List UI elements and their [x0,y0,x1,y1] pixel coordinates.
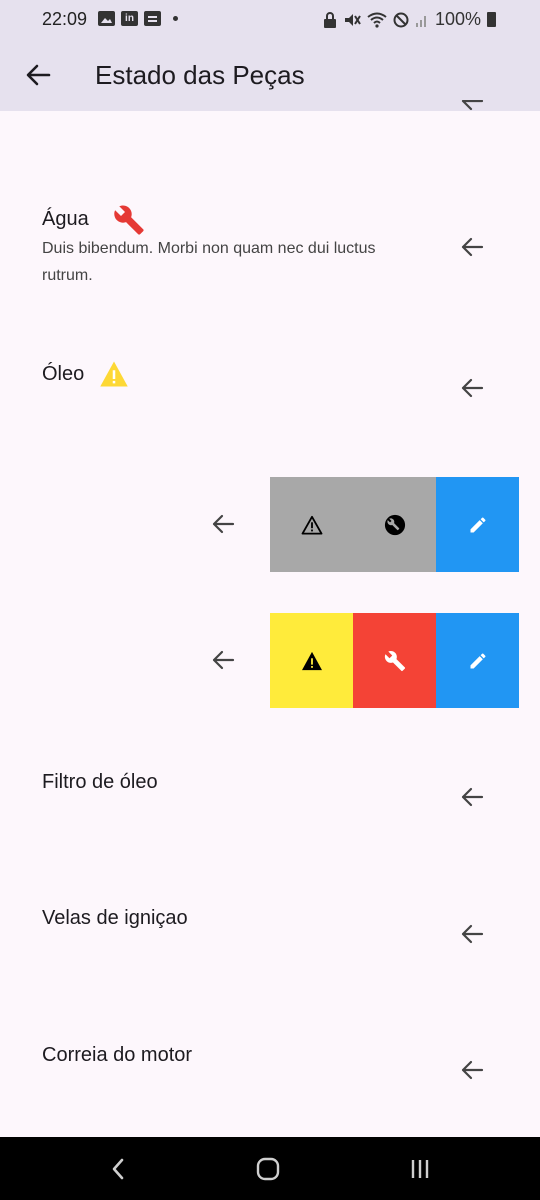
list-item-arrow[interactable] [456,372,488,404]
lock-icon [323,11,336,28]
status-bar: 22:09 in 100% [0,0,540,38]
list-item-title: Velas de igniçao [42,907,188,929]
list-item[interactable]: Filtro de óleo [0,760,540,840]
nav-back-button[interactable] [100,1151,136,1187]
arrow-left-icon [461,787,484,807]
wrench-icon [112,203,146,237]
edit-button[interactable] [436,613,519,708]
wifi-icon [367,12,387,28]
repair-circle-icon [384,514,405,535]
image-icon [98,11,115,26]
mark-warning-button[interactable] [270,613,353,708]
top-app-bar: 22:09 in 100% Estado das Peças [0,0,540,111]
dnd-icon [393,12,409,27]
signal-icon [415,15,426,27]
swiped-item-arrow[interactable] [207,508,239,540]
arrow-left-icon [461,924,484,944]
back-arrow-icon [26,64,51,86]
list-item-arrow[interactable] [456,1054,488,1086]
list-item[interactable]: Óleo [0,350,540,430]
nav-recents-icon [411,1160,429,1178]
swipe-actions [270,613,519,708]
nav-recents-button[interactable] [402,1151,438,1187]
warning-icon [97,357,131,391]
list-item-subtitle: Duis bibendum. Morbi non quam nec dui lu… [42,240,376,284]
list-item-title: Óleo [42,363,85,385]
arrow-left-icon [212,514,235,534]
arrow-left-icon [461,378,484,398]
mark-repair-button[interactable] [353,613,436,708]
list-item-arrow[interactable] [456,918,488,950]
list-item[interactable]: Correia do motor [0,1033,540,1113]
notification-icons: in [98,11,178,26]
page-title: Estado das Peças [95,60,305,90]
wrench-icon [384,650,405,671]
system-navigation-bar [0,1137,540,1200]
list-item-title: Correia do motor [42,1044,193,1066]
list-item-title: Água [42,208,89,230]
list-item-arrow[interactable] [456,781,488,813]
list-item[interactable]: Água Duis bibendum. Morbi non quam nec d… [0,195,540,305]
system-icons: 100% [323,9,496,30]
linkedin-icon: in [121,11,138,26]
arrow-left-icon [212,650,235,670]
list-item[interactable]: Velas de igniçao [0,896,540,976]
arrow-left-icon [461,237,484,257]
mark-warning-button[interactable] [270,477,353,572]
arrow-left-icon [461,100,484,111]
list-item-title: Filtro de óleo [42,771,158,793]
edit-icon [470,516,485,532]
nav-home-icon [256,1157,280,1181]
status-time: 22:09 [42,9,88,29]
edit-icon [470,652,485,668]
back-button[interactable] [22,59,54,91]
nav-home-button[interactable] [250,1151,286,1187]
photo-icon [144,11,161,26]
battery-percent: 100% [434,9,481,29]
nav-back-icon [112,1158,124,1180]
arrow-left-icon [461,1060,484,1080]
battery-icon [487,12,496,27]
more-notifications-dot [173,16,178,21]
warning-outline-icon [301,515,322,535]
swiped-item-arrow[interactable] [207,644,239,676]
swipe-actions [270,477,519,572]
warning-icon [301,651,322,670]
list-item-arrow-partial [456,100,488,116]
edit-button[interactable] [436,477,519,572]
mute-icon [344,13,361,26]
mark-repair-button[interactable] [353,477,436,572]
list-item-arrow[interactable] [456,231,488,263]
